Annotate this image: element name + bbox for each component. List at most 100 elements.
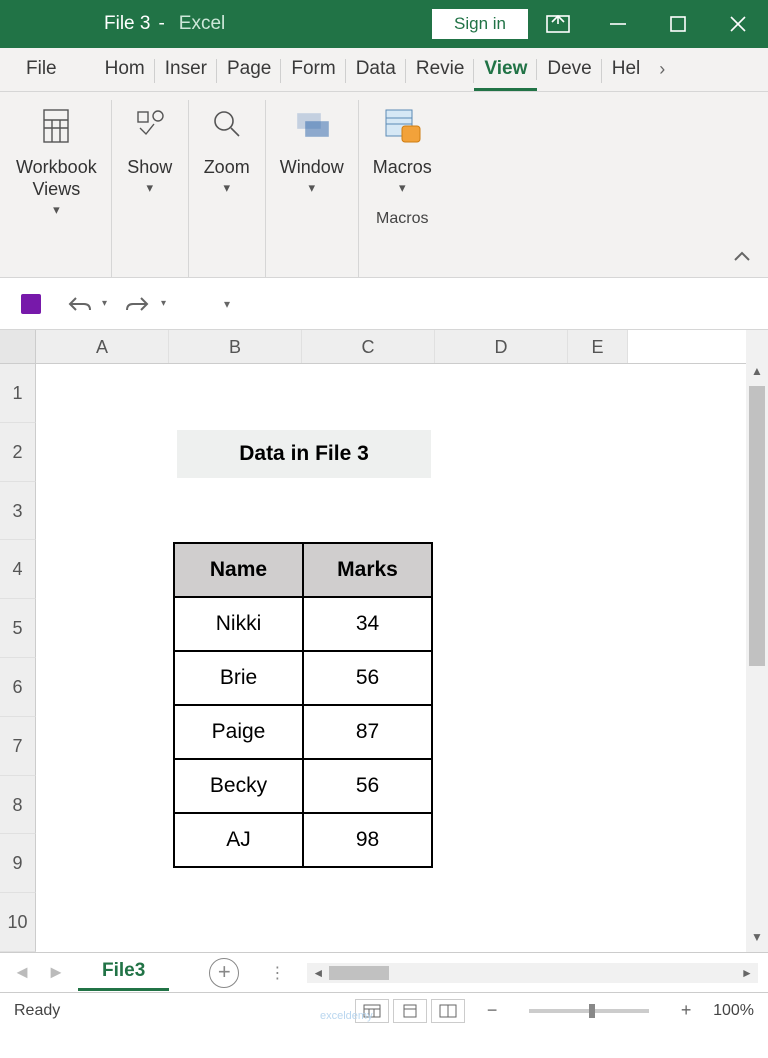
select-all-corner[interactable] <box>0 330 36 364</box>
row-header[interactable]: 6 <box>0 658 36 717</box>
tab-developer[interactable]: Deve <box>537 53 601 91</box>
minimize-icon[interactable] <box>588 0 648 48</box>
row-header[interactable]: 10 <box>0 893 36 952</box>
sign-in-button[interactable]: Sign in <box>432 9 528 39</box>
zoom-level[interactable]: 100% <box>713 1002 754 1020</box>
row-header[interactable]: 3 <box>0 482 36 541</box>
cell[interactable]: 98 <box>303 813 432 867</box>
col-header[interactable]: A <box>36 330 169 363</box>
zoom-in-button[interactable]: + <box>677 1000 695 1021</box>
ribbon-window[interactable]: Window ▾ <box>266 100 359 277</box>
cell[interactable]: Nikki <box>174 597 303 651</box>
row-header[interactable]: 7 <box>0 717 36 776</box>
macros-label: Macros <box>373 156 432 178</box>
undo-caret-icon[interactable]: ▾ <box>102 298 107 309</box>
zoom-icon <box>203 104 251 148</box>
title-sep: - <box>158 13 164 35</box>
tab-view[interactable]: View <box>474 53 537 91</box>
zoom-slider[interactable] <box>529 1009 649 1013</box>
tab-page[interactable]: Page <box>217 53 281 91</box>
app-name: Excel <box>179 13 225 35</box>
cell-area[interactable]: Data in File 3 Name Marks Nikki34 Brie56… <box>36 364 746 952</box>
row-header[interactable]: 1 <box>0 364 36 423</box>
page-layout-view-icon[interactable] <box>393 999 427 1023</box>
page-break-view-icon[interactable] <box>431 999 465 1023</box>
show-icon <box>126 104 174 148</box>
workbook-views-icon <box>32 104 80 148</box>
ribbon-show[interactable]: Show ▾ <box>112 100 189 277</box>
header-name[interactable]: Name <box>174 543 303 597</box>
scroll-thumb[interactable] <box>329 966 389 980</box>
col-header[interactable]: E <box>568 330 628 363</box>
row-header[interactable]: 9 <box>0 834 36 893</box>
redo-caret-icon[interactable]: ▾ <box>161 298 166 309</box>
row-header[interactable]: 4 <box>0 540 36 599</box>
tab-home[interactable]: Hom <box>95 53 155 91</box>
cell[interactable]: 56 <box>303 651 432 705</box>
cell[interactable]: 56 <box>303 759 432 813</box>
tab-data[interactable]: Data <box>346 53 406 91</box>
tab-help[interactable]: Hel <box>602 53 651 91</box>
row-header[interactable]: 2 <box>0 423 36 482</box>
col-header[interactable]: C <box>302 330 435 363</box>
ribbon-zoom[interactable]: Zoom ▾ <box>189 100 266 277</box>
status-bar: Ready − + 100% <box>0 992 768 1028</box>
ribbon-mode-icon[interactable] <box>528 0 588 48</box>
collapse-ribbon-icon[interactable] <box>732 250 752 269</box>
maximize-icon[interactable] <box>648 0 708 48</box>
save-button[interactable] <box>14 287 48 321</box>
sheet-drag-handle-icon[interactable]: ⋮ <box>269 963 287 983</box>
table-row: Paige87 <box>174 705 432 759</box>
cell[interactable]: Becky <box>174 759 303 813</box>
header-marks[interactable]: Marks <box>303 543 432 597</box>
zoom-label: Zoom <box>204 156 250 178</box>
tabs-overflow-icon[interactable]: › <box>650 53 674 91</box>
cell[interactable]: Brie <box>174 651 303 705</box>
quick-access-toolbar: ▾ ▾ ▾ <box>0 278 768 330</box>
macros-icon <box>378 104 426 148</box>
scroll-left-icon[interactable]: ◄ <box>307 966 329 980</box>
data-table: Name Marks Nikki34 Brie56 Paige87 Becky5… <box>173 542 433 868</box>
chevron-down-icon: ▾ <box>146 180 153 196</box>
ribbon-workbook-views[interactable]: Workbook Views ▾ <box>10 100 112 277</box>
table-row: AJ98 <box>174 813 432 867</box>
scroll-up-icon[interactable]: ▲ <box>746 364 768 386</box>
row-header[interactable]: 5 <box>0 599 36 658</box>
scroll-thumb[interactable] <box>749 386 765 666</box>
tab-insert[interactable]: Inser <box>155 53 217 91</box>
cell[interactable]: Paige <box>174 705 303 759</box>
spreadsheet-grid: A B C D E 1 2 3 4 5 6 7 8 9 10 Data in F… <box>0 330 768 952</box>
col-header[interactable]: B <box>169 330 302 363</box>
sheet-tab-active[interactable]: File3 <box>78 954 169 991</box>
qat-customize-icon[interactable]: ▾ <box>210 287 244 321</box>
ribbon-tabs: File Hom Inser Page Form Data Revie View… <box>0 48 768 92</box>
window-label: Window <box>280 156 344 178</box>
undo-button[interactable] <box>62 287 96 321</box>
new-sheet-button[interactable]: + <box>209 958 239 988</box>
tab-formulas[interactable]: Form <box>281 53 345 91</box>
horizontal-scrollbar[interactable]: ◄ ► <box>307 963 758 983</box>
zoom-out-button[interactable]: − <box>483 1000 501 1021</box>
table-row: Becky56 <box>174 759 432 813</box>
data-title-cell[interactable]: Data in File 3 <box>177 430 431 478</box>
scroll-right-icon[interactable]: ► <box>736 966 758 980</box>
sheet-nav-next-icon[interactable]: ► <box>44 962 68 983</box>
redo-button[interactable] <box>121 287 155 321</box>
scroll-down-icon[interactable]: ▼ <box>746 930 768 952</box>
tab-file[interactable]: File <box>16 53 67 91</box>
row-header[interactable]: 8 <box>0 776 36 835</box>
cell[interactable]: 34 <box>303 597 432 651</box>
ribbon-macros[interactable]: Macros ▾ Macros <box>359 100 446 277</box>
vertical-scrollbar[interactable]: ▲ ▼ <box>746 364 768 952</box>
cell[interactable]: 87 <box>303 705 432 759</box>
tab-review[interactable]: Revie <box>406 53 475 91</box>
status-ready: Ready <box>14 1002 60 1020</box>
normal-view-icon[interactable] <box>355 999 389 1023</box>
cell[interactable]: AJ <box>174 813 303 867</box>
zoom-knob[interactable] <box>589 1004 595 1018</box>
close-icon[interactable] <box>708 0 768 48</box>
chevron-down-icon: ▾ <box>223 180 230 196</box>
col-header[interactable]: D <box>435 330 568 363</box>
sheet-nav-prev-icon[interactable]: ◄ <box>10 962 34 983</box>
table-header-row: Name Marks <box>174 543 432 597</box>
